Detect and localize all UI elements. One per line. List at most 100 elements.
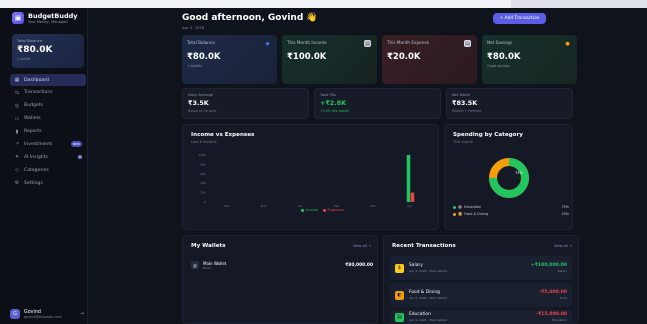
- sidebar-item-categories[interactable]: ◇ Categories: [10, 164, 86, 176]
- donut-label: 75%: [515, 171, 524, 175]
- legend-income: Income: [301, 208, 318, 212]
- target-icon: ◎: [14, 102, 20, 109]
- transaction-name: Food & Dining: [409, 290, 440, 295]
- category-dot: [453, 212, 456, 216]
- sidebar-item-label: Categories: [24, 167, 49, 173]
- wallet-icon: ▣: [12, 12, 24, 24]
- sidebar-item-label: Transactions: [24, 90, 53, 96]
- notification-dot: [78, 155, 82, 160]
- sidebar-item-wallets[interactable]: ▭ Wallets: [10, 113, 86, 125]
- legend-expenses: Expenses: [322, 208, 344, 212]
- category-pct: 75%: [561, 205, 569, 209]
- book-icon: 📚: [458, 205, 463, 209]
- stat-value: ₹20.0K: [387, 52, 421, 62]
- sidebar-item-label: AI Insights: [24, 154, 48, 160]
- chart-legend: Income Expenses: [301, 208, 344, 212]
- x-tick-label: Dec: [261, 204, 267, 208]
- sidebar-item-label: Reports: [24, 129, 42, 135]
- x-tick-label: Nov: [224, 204, 230, 208]
- stat-label: This Month Expense: [387, 40, 430, 45]
- sidebar-item-investments[interactable]: ↗ Investments NEW: [10, 138, 86, 150]
- sidebar-item-transactions[interactable]: ⇆ Transactions: [10, 87, 86, 99]
- transaction-name: Salary: [409, 263, 423, 268]
- mini-label: Total P&L: [320, 93, 337, 97]
- brand[interactable]: ▣ BudgetBuddy Your Money, Managed: [12, 12, 78, 24]
- brand-name: BudgetBuddy: [28, 11, 78, 20]
- bag-icon: ●: [565, 40, 570, 47]
- swap-icon: ⇆: [14, 89, 20, 96]
- tag-icon: ◇: [15, 167, 19, 174]
- gear-icon: ⚙: [14, 180, 20, 187]
- page-title: Good afternoon, Govind 👋: [182, 13, 318, 23]
- stat-value: ₹80.0K: [187, 52, 221, 62]
- stat-label: This Month Income: [287, 40, 327, 45]
- food-icon: ◐: [395, 290, 404, 300]
- logout-icon[interactable]: ⇥: [80, 311, 84, 317]
- stat-card-expense: This Month Expense ₹20.0K ▤: [382, 35, 477, 84]
- sidebar-item-reports[interactable]: ▮ Reports: [10, 126, 86, 138]
- bar-income: [406, 155, 411, 202]
- main-content: Good afternoon, Govind 👋 Apr 4, 2026 + A…: [88, 8, 647, 324]
- wallet-name: Main Wallet: [203, 260, 227, 266]
- daily-average-card: Daily Average ₹3.5K Based on 30 days: [182, 88, 309, 119]
- stat-card-income: This Month Income ₹100.0K ▤: [282, 35, 377, 84]
- mini-label: Daily Average: [188, 93, 213, 97]
- wallet-type: Bank: [203, 265, 211, 270]
- trend-icon: ↗: [14, 141, 20, 148]
- app: ▣ BudgetBuddy Your Money, Managed Total …: [6, 8, 647, 324]
- mini-value: +₹2.8K: [320, 99, 347, 107]
- mini-label: Net Worth: [452, 93, 471, 97]
- stat-value: ₹80.0K: [487, 52, 521, 62]
- transaction-name: Education: [409, 312, 431, 317]
- sidebar-balance-card: Total Balance ₹80.0K 1 wallet: [12, 34, 84, 68]
- transaction-meta: Apr 4, 2026 · Main Wallet: [409, 269, 447, 273]
- net-worth-card: Net Worth ₹83.5K Wallets + Portfolio: [446, 88, 573, 119]
- y-tick-label: 40k: [200, 181, 206, 185]
- legend-swatch: [322, 208, 326, 212]
- grid-icon: ▦: [14, 77, 20, 83]
- income-expense-chart: 100k80k60k40k20k0Nov Dec Jan Feb Mar Apr: [199, 153, 428, 208]
- mini-sub: +3.5% this month: [320, 109, 349, 113]
- wallets-panel: My Wallets View all → ▥ Main Wallet Bank…: [182, 235, 378, 324]
- wallet-amount: ₹80,000.00: [345, 262, 373, 268]
- sidebar-item-dashboard[interactable]: ▦ Dashboard: [10, 74, 86, 86]
- transaction-row[interactable]: ▤ Education Apr 4, 2026 · Main Wallet -₹…: [390, 310, 572, 324]
- transaction-meta: Apr 4, 2026 · Main Wallet: [409, 296, 447, 300]
- stat-sub: 1 wallets: [187, 64, 203, 68]
- sidebar-item-ai-insights[interactable]: ✦ AI Insights: [10, 151, 86, 163]
- legend-label: Income: [305, 208, 318, 212]
- wallet-row[interactable]: ▥ Main Wallet Bank ₹80,000.00: [191, 258, 373, 272]
- new-badge: NEW: [70, 141, 82, 148]
- transaction-amount: +₹100,000.00: [530, 263, 567, 268]
- transaction-row[interactable]: ◐ Food & Dining Apr 4, 2026 · Main Walle…: [390, 283, 572, 307]
- sidebar-item-label: Dashboard: [24, 77, 49, 83]
- add-transaction-button[interactable]: + Add Transaction: [493, 13, 546, 24]
- user-email: govind@example.com: [24, 314, 62, 319]
- income-expenses-panel: Income vs Expenses Last 6 months 100k 80k…: [182, 124, 439, 230]
- sidebar-item-label: Investments: [24, 141, 53, 147]
- transactions-panel: Recent Transactions View all → $ Salary …: [383, 235, 579, 324]
- transaction-meta: Apr 4, 2026 · Main Wallet: [409, 318, 447, 322]
- transactions-view-all-link[interactable]: View all →: [554, 244, 572, 248]
- wallets-view-all-link[interactable]: View all →: [353, 244, 371, 248]
- transaction-category: Education: [552, 318, 567, 322]
- mini-sub: Wallets + Portfolio: [452, 109, 482, 113]
- transaction-amount: -₹15,000.00: [536, 312, 567, 317]
- transaction-row[interactable]: $ Salary Apr 4, 2026 · Main Wallet +₹100…: [390, 256, 572, 280]
- transaction-amount: -₹5,000.00: [539, 290, 567, 295]
- stat-card-total-balance: Total Balance ₹80.0K 1 wallets ◆: [182, 35, 277, 84]
- bank-icon: ▥: [191, 261, 199, 269]
- doc-icon: ▤: [464, 40, 471, 47]
- sidebar-item-label: Settings: [24, 180, 43, 186]
- sidebar-item-label: Budgets: [24, 103, 43, 109]
- user-profile[interactable]: G Govind govind@example.com ⇥: [10, 306, 84, 322]
- wallet-icon: ▭: [14, 115, 20, 122]
- book-icon: ▤: [395, 312, 404, 322]
- doc-icon: ▤: [364, 40, 371, 47]
- mini-value: ₹83.5K: [452, 99, 478, 107]
- sidebar-item-settings[interactable]: ⚙ Settings: [10, 177, 86, 189]
- browser-strip: [0, 0, 647, 8]
- bars-icon: ▮: [15, 128, 19, 135]
- sidebar-item-budgets[interactable]: ◎ Budgets: [10, 100, 86, 112]
- x-tick-label: Apr: [407, 204, 413, 208]
